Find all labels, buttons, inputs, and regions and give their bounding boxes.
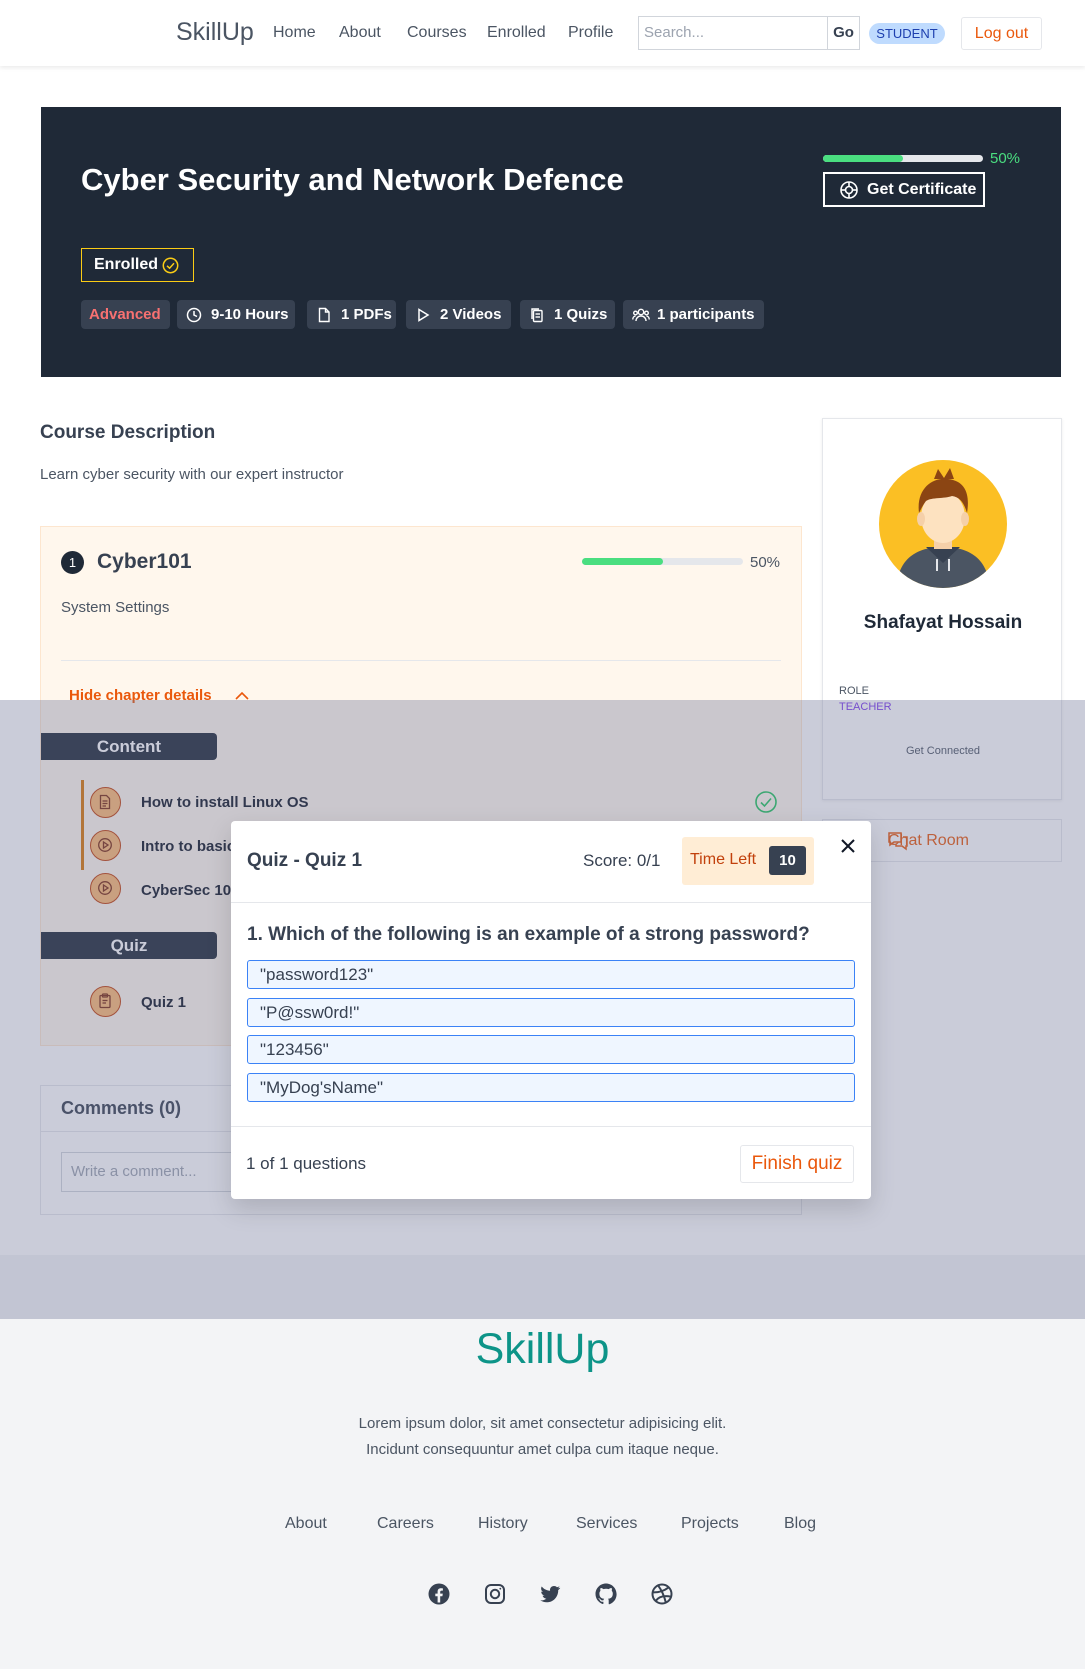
nav-link-home[interactable]: Home (273, 24, 316, 42)
close-icon[interactable] (838, 836, 858, 856)
course-description-title: Course Description (40, 422, 216, 443)
pill-videos-label: 2 Videos (440, 306, 502, 323)
course-progress-label: 50% (990, 150, 1021, 167)
course-title: Cyber Security and Network Defence (81, 162, 624, 197)
navbar: SkillUp Home About Courses Enrolled Prof… (0, 0, 1085, 66)
quiz-question: 1. Which of the following is an example … (247, 924, 810, 945)
answer-option[interactable]: "P@ssw0rd!" (247, 998, 855, 1027)
footer-link-projects[interactable]: Projects (681, 1515, 739, 1533)
copy-icon (531, 308, 543, 323)
pill-duration: 9-10 Hours (177, 300, 295, 329)
pill-quizzes: 1 Quizs (520, 300, 615, 329)
play-icon (418, 308, 430, 322)
pill-duration-label: 9-10 Hours (211, 306, 289, 323)
chapter-progress-bar (582, 558, 743, 565)
facebook-icon[interactable] (427, 1582, 451, 1606)
pill-quizzes-label: 1 Quizs (554, 306, 608, 323)
modal-footer-divider (231, 1126, 871, 1127)
enrolled-label: Enrolled (94, 256, 159, 273)
teacher-name: Shafayat Hossain (863, 612, 1023, 633)
get-certificate-button[interactable]: Get Certificate (823, 172, 985, 207)
footer-text-line-2: Incidunt consequuntur amet culpa cum ita… (366, 1441, 719, 1458)
chapter-subtitle: System Settings (61, 599, 170, 616)
pill-videos: 2 Videos (406, 300, 511, 329)
question-count: 1 of 1 questions (246, 1154, 367, 1173)
role-badge: STUDENT (869, 23, 945, 44)
nav-link-courses[interactable]: Courses (407, 24, 467, 42)
course-hero: Cyber Security and Network Defence 50% G… (41, 107, 1061, 377)
pill-level: Advanced (81, 300, 170, 329)
check-circle-icon (162, 257, 179, 274)
time-left-badge: Time Left 10 (682, 837, 814, 885)
pill-pdfs: 1 PDFs (307, 300, 396, 329)
search-input[interactable]: Search... (638, 16, 828, 50)
chapter-progress-label: 50% (750, 554, 781, 571)
answer-option[interactable]: "MyDog'sName" (247, 1073, 855, 1102)
certificate-label: Get Certificate (867, 181, 977, 198)
course-progress-fill (823, 155, 903, 162)
chapter-progress-fill (582, 558, 663, 565)
course-progress-bar (823, 155, 983, 162)
pill-participants: 1 participants (623, 300, 764, 329)
nav-link-about[interactable]: About (339, 24, 381, 42)
footer-link-history[interactable]: History (478, 1515, 528, 1533)
finish-quiz-button[interactable]: Finish quiz (740, 1145, 854, 1183)
nav-link-enrolled[interactable]: Enrolled (487, 24, 546, 42)
time-left-label: Time Left (690, 851, 757, 868)
footer-link-blog[interactable]: Blog (784, 1515, 816, 1533)
search-go-button[interactable]: Go (828, 16, 860, 50)
pill-level-label: Advanced (89, 306, 161, 323)
chapter-title: Cyber101 (97, 550, 192, 573)
avatar (879, 460, 1007, 588)
chapter-number: 1 (61, 551, 84, 574)
logout-button[interactable]: Log out (961, 17, 1042, 50)
github-icon[interactable] (594, 1582, 618, 1606)
quiz-score: Score: 0/1 (583, 851, 661, 870)
footer-link-careers[interactable]: Careers (377, 1515, 434, 1533)
clock-icon (186, 307, 202, 323)
enrolled-badge: Enrolled (81, 248, 194, 282)
nav-link-profile[interactable]: Profile (568, 24, 613, 42)
chapter-divider (61, 660, 781, 661)
quiz-modal-title: Quiz - Quiz 1 (247, 850, 363, 871)
quiz-modal: Quiz - Quiz 1 Score: 0/1 Time Left 10 1.… (231, 821, 871, 1199)
role-label: ROLE (839, 685, 869, 697)
twitter-icon[interactable] (538, 1582, 562, 1606)
users-icon (632, 308, 650, 322)
file-icon (318, 307, 330, 323)
pill-participants-label: 1 participants (657, 306, 755, 323)
instagram-icon[interactable] (483, 1582, 507, 1606)
answer-option[interactable]: "password123" (247, 960, 855, 989)
modal-header-divider (231, 902, 871, 903)
pill-pdfs-label: 1 PDFs (341, 306, 392, 323)
answer-option[interactable]: "123456" (247, 1035, 855, 1064)
footer-brand[interactable]: SkillUp (0, 1325, 1085, 1374)
dribbble-icon[interactable] (650, 1582, 674, 1606)
footer-text-line-1: Lorem ipsum dolor, sit amet consectetur … (358, 1415, 727, 1432)
footer-link-about[interactable]: About (285, 1515, 327, 1533)
time-left-value: 10 (769, 846, 806, 875)
navbar-brand[interactable]: SkillUp (176, 18, 254, 47)
certificate-icon (840, 181, 858, 199)
course-description-text: Learn cyber security with our expert ins… (40, 466, 344, 483)
footer-link-services[interactable]: Services (576, 1515, 637, 1533)
